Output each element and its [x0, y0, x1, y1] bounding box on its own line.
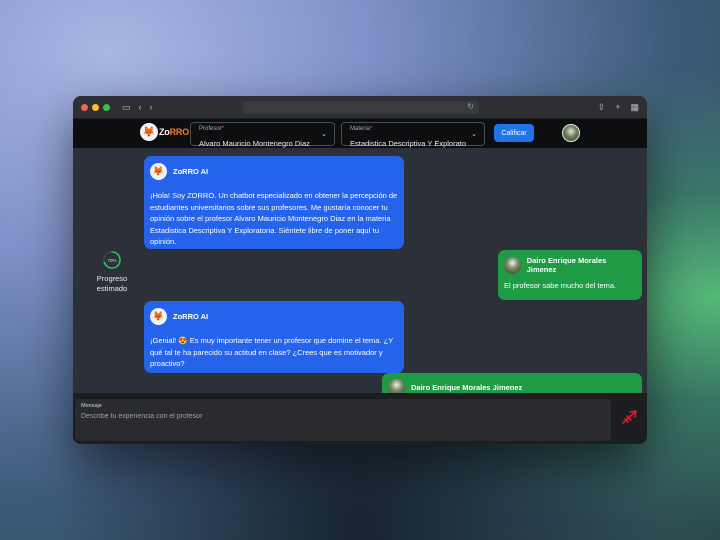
fox-avatar-icon: 🦊	[150, 308, 167, 325]
message-input[interactable]	[81, 413, 605, 420]
sender-name: Dairo Enrique Morales Jimenez	[526, 256, 607, 274]
browser-window: ▭ ‹ › ↻ ⇪ + ▦ 🦊 ZoRRO Profesor* Alvaro M…	[73, 96, 647, 444]
close-window-button[interactable]	[81, 103, 88, 111]
progress-indicator: 70% Progreso estimado	[86, 250, 138, 294]
professor-select[interactable]: Profesor* Alvaro Mauricio Montenegro Dia…	[190, 122, 335, 148]
ai-message: 🦊 ZoRRO AI ¡Hola! Soy ZORRO. Un chatbot …	[144, 156, 404, 249]
professor-label: Profesor	[199, 126, 222, 132]
user-avatar	[388, 379, 405, 393]
professor-value: Alvaro Mauricio Montenegro Diaz	[199, 139, 310, 148]
message-text: El profesor sabe mucho del tema.	[504, 281, 617, 290]
back-icon[interactable]: ‹	[139, 102, 142, 112]
progress-label: Progreso estimado	[96, 274, 128, 293]
message-label: Mensaje	[81, 403, 102, 409]
progress-percent: 70%	[107, 258, 117, 263]
subject-value: Estadistica Descriptiva Y Explorato	[350, 139, 467, 148]
required-asterisk: *	[370, 126, 373, 132]
new-tab-icon[interactable]: +	[615, 102, 620, 113]
send-button[interactable]	[621, 408, 639, 426]
message-text: ¡Genial! 😍 Es muy importante tener un pr…	[150, 336, 394, 368]
logo[interactable]: 🦊 ZoRRO	[140, 123, 189, 141]
fox-avatar-icon: 🦊	[150, 163, 167, 180]
browser-titlebar: ▭ ‹ › ↻ ⇪ + ▦	[73, 96, 647, 119]
reload-icon[interactable]: ↻	[467, 102, 474, 111]
sender-name: Dairo Enrique Morales Jimenez	[411, 383, 523, 392]
user-avatar[interactable]	[562, 124, 580, 142]
user-message: Dairo Enrique Morales Jimenez	[382, 373, 642, 393]
sidebar-icon[interactable]: ▭	[122, 102, 131, 112]
tab-overview-icon[interactable]: ▦	[630, 102, 639, 113]
chat-area[interactable]: 70% Progreso estimado 🦊 ZoRRO AI ¡Hola! …	[73, 148, 647, 393]
required-asterisk: *	[221, 126, 225, 132]
subject-select[interactable]: Materia* Estadistica Descriptiva Y Explo…	[341, 122, 485, 148]
composer: Mensaje	[73, 393, 647, 444]
forward-icon[interactable]: ›	[150, 102, 153, 112]
sender-name: ZoRRO AI	[173, 167, 209, 176]
sender-name: ZoRRO AI	[173, 312, 209, 321]
fox-logo-icon: 🦊	[140, 123, 158, 141]
chevron-down-icon: ⌄	[471, 131, 477, 138]
app-header: 🦊 ZoRRO Profesor* Alvaro Mauricio Monten…	[73, 119, 647, 148]
send-icon	[622, 410, 637, 424]
chevron-down-icon: ⌄	[321, 131, 327, 138]
message-text: ¡Hola! Soy ZORRO. Un chatbot especializa…	[150, 191, 398, 246]
address-bar[interactable]: ↻	[243, 101, 479, 114]
zoom-window-button[interactable]	[103, 103, 110, 111]
subject-label: Materia	[350, 126, 371, 132]
minimize-window-button[interactable]	[92, 103, 99, 111]
user-avatar	[504, 256, 521, 274]
ai-message: 🦊 ZoRRO AI ¡Genial! 😍 Es muy importante …	[144, 301, 404, 373]
rate-button[interactable]: Calificar	[494, 124, 534, 142]
message-field[interactable]: Mensaje	[75, 399, 611, 441]
logo-text: ZoRRO	[159, 127, 190, 137]
user-message: Dairo Enrique Morales Jimenez El profeso…	[498, 250, 642, 300]
share-icon[interactable]: ⇪	[598, 102, 606, 113]
